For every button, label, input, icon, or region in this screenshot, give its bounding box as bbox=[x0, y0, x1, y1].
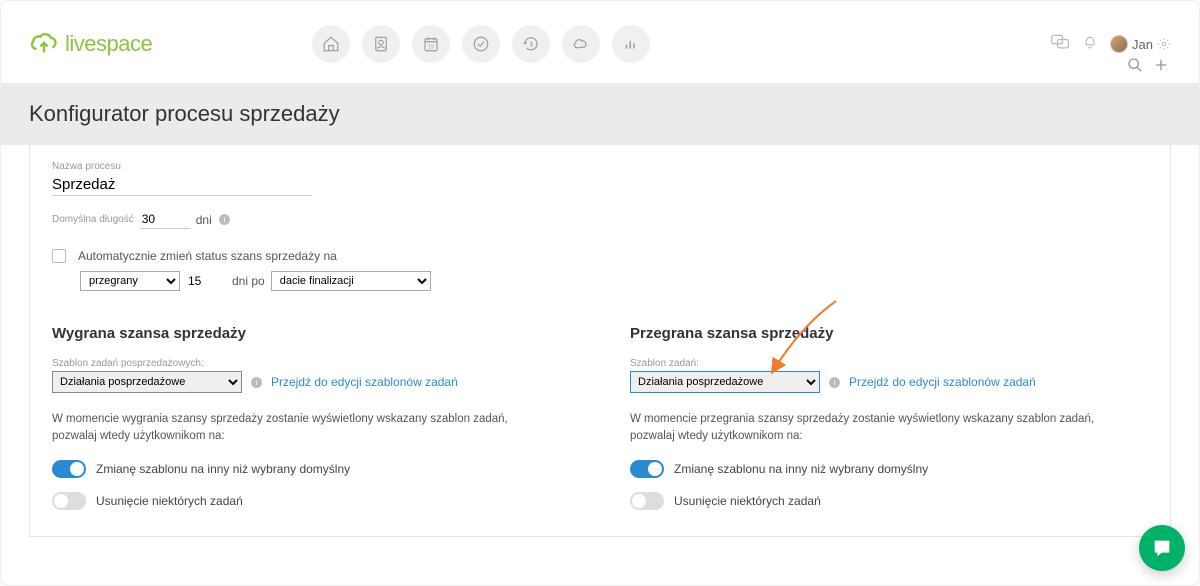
info-icon[interactable]: i bbox=[218, 213, 231, 226]
lost-template-select[interactable]: Działania posprzedażowe bbox=[630, 371, 820, 393]
nav-contacts-icon[interactable] bbox=[362, 25, 400, 63]
main-nav: 19 $ bbox=[312, 25, 650, 63]
intercom-launcher[interactable] bbox=[1139, 525, 1185, 571]
info-icon[interactable]: i bbox=[828, 376, 841, 389]
auto-status-label: Automatycznie zmień status szans sprzeda… bbox=[78, 249, 337, 263]
after-days-input[interactable] bbox=[186, 272, 226, 290]
nav-cloud-icon[interactable] bbox=[562, 25, 600, 63]
svg-text:19: 19 bbox=[428, 45, 434, 51]
avatar bbox=[1110, 35, 1128, 53]
lost-section: Przegrana szansa sprzedaży Szablon zadań… bbox=[630, 325, 1148, 510]
days-unit: dni bbox=[196, 213, 212, 227]
won-template-label: Szablon zadań posprzedażowych: bbox=[52, 358, 570, 369]
nav-check-icon[interactable] bbox=[462, 25, 500, 63]
won-toggle-remove-tasks[interactable] bbox=[52, 492, 86, 510]
chat-icon[interactable] bbox=[1050, 33, 1070, 56]
date-select[interactable]: dacie finalizacji bbox=[271, 271, 431, 291]
lost-edit-link[interactable]: Przejdź do edycji szablonów zadań bbox=[849, 375, 1036, 389]
process-name-label: Nazwa procesu bbox=[52, 161, 1148, 172]
lost-toggle1-label: Zmianę szablonu na inny niż wybrany domy… bbox=[674, 462, 928, 476]
info-icon[interactable]: i bbox=[250, 376, 263, 389]
config-card: Nazwa procesu Domyślna długość dni i Aut… bbox=[29, 145, 1171, 537]
svg-text:$: $ bbox=[530, 42, 534, 48]
lost-toggle2-label: Usunięcie niektórych zadań bbox=[674, 494, 821, 508]
won-section: Wygrana szansa sprzedaży Szablon zadań p… bbox=[52, 325, 570, 510]
won-heading: Wygrana szansa sprzedaży bbox=[52, 325, 570, 342]
won-toggle1-label: Zmianę szablonu na inny niż wybrany domy… bbox=[96, 462, 350, 476]
process-name-input[interactable] bbox=[52, 174, 312, 196]
status-select[interactable]: przegrany bbox=[80, 271, 180, 291]
nav-reports-icon[interactable] bbox=[612, 25, 650, 63]
brand-name: livespace bbox=[65, 31, 152, 57]
lost-toggle-remove-tasks[interactable] bbox=[630, 492, 664, 510]
nav-history-icon[interactable]: $ bbox=[512, 25, 550, 63]
lost-description: W momencie przegrania szansy sprzedaży z… bbox=[630, 411, 1130, 446]
won-template-select[interactable]: Działania posprzedażowe bbox=[52, 371, 242, 393]
add-icon[interactable] bbox=[1153, 57, 1169, 78]
lost-heading: Przegrana szansa sprzedaży bbox=[630, 325, 1148, 342]
won-toggle2-label: Usunięcie niektórych zadań bbox=[96, 494, 243, 508]
default-length-input[interactable] bbox=[140, 210, 190, 229]
gear-icon bbox=[1157, 37, 1171, 51]
won-edit-link[interactable]: Przejdź do edycji szablonów zadań bbox=[271, 375, 458, 389]
nav-calendar-icon[interactable]: 19 bbox=[412, 25, 450, 63]
nav-home-icon[interactable] bbox=[312, 25, 350, 63]
default-length-label: Domyślna długość bbox=[52, 214, 134, 225]
user-name: Jan bbox=[1132, 37, 1153, 52]
page-title: Konfigurator procesu sprzedaży bbox=[1, 83, 1199, 145]
lost-toggle-change-template[interactable] bbox=[630, 460, 664, 478]
after-label: dni po bbox=[232, 274, 265, 288]
bell-icon[interactable] bbox=[1082, 33, 1098, 56]
lost-template-label: Szablon zadań: bbox=[630, 358, 1148, 369]
search-icon[interactable] bbox=[1127, 57, 1143, 78]
won-description: W momencie wygrania szansy sprzedaży zos… bbox=[52, 411, 552, 446]
won-toggle-change-template[interactable] bbox=[52, 460, 86, 478]
brand-logo[interactable]: livespace bbox=[29, 31, 152, 57]
user-menu[interactable]: Jan bbox=[1110, 35, 1171, 53]
auto-status-checkbox[interactable] bbox=[52, 249, 66, 263]
